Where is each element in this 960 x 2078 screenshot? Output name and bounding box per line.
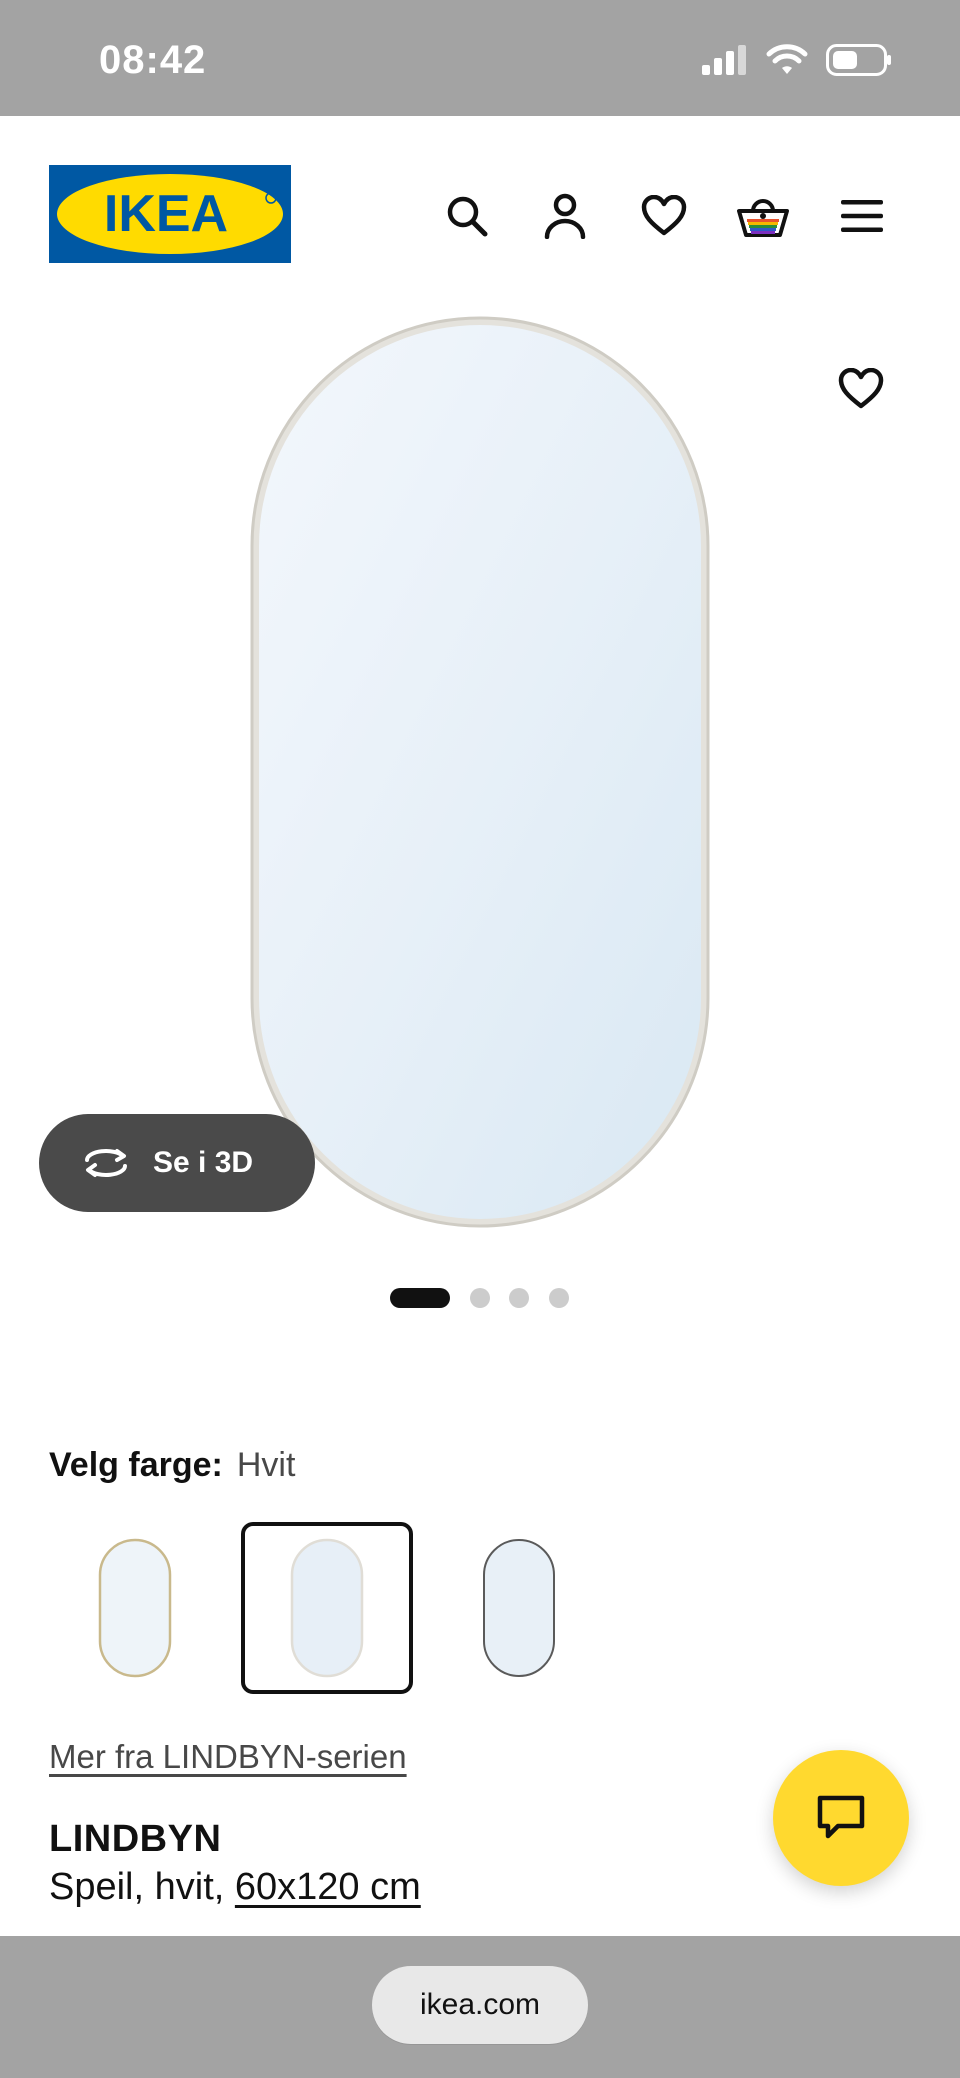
status-icons <box>702 44 892 76</box>
carousel-dot-2[interactable] <box>470 1288 490 1308</box>
color-swatch-black[interactable] <box>433 1522 605 1694</box>
menu-icon[interactable] <box>834 188 890 244</box>
see-in-3d-label: Se i 3D <box>153 1146 254 1179</box>
basket-icon[interactable] <box>735 188 791 244</box>
heart-icon[interactable] <box>636 188 692 244</box>
favorite-heart-icon[interactable] <box>832 360 890 418</box>
product-size-link[interactable]: 60x120 cm <box>235 1866 421 1908</box>
see-in-3d-button[interactable]: Se i 3D <box>39 1114 315 1212</box>
color-label-key: Velg farge: <box>49 1446 223 1484</box>
product-image-carousel[interactable]: Se i 3D <box>0 296 960 1256</box>
logo-text: IKEA <box>104 185 228 243</box>
ikea-logo[interactable]: IKEA <box>49 165 291 263</box>
product-description: Speil, hvit, 60x120 cm <box>49 1866 421 1909</box>
rotate-3d-icon <box>85 1149 127 1177</box>
account-icon[interactable] <box>537 188 593 244</box>
search-icon[interactable] <box>439 188 495 244</box>
color-picker-label: Velg farge: Hvit <box>49 1446 295 1485</box>
carousel-dot-1[interactable] <box>390 1288 450 1308</box>
browser-url-bar[interactable]: ikea.com <box>372 1966 588 2044</box>
browser-bottom-bar: ikea.com <box>0 1936 960 2078</box>
series-link[interactable]: Mer fra LINDBYN-serien <box>49 1738 407 1776</box>
chat-icon <box>817 1795 865 1839</box>
product-description-text: Speil, hvit, <box>49 1866 235 1908</box>
site-header: IKEA <box>0 116 960 296</box>
wifi-icon <box>766 44 808 74</box>
signal-icon <box>702 45 746 75</box>
chat-button[interactable] <box>773 1750 909 1886</box>
status-time: 08:42 <box>99 38 207 82</box>
color-label-value: Hvit <box>236 1446 296 1484</box>
mirror-image <box>248 314 712 1230</box>
battery-icon <box>826 44 891 76</box>
color-swatch-white[interactable] <box>241 1522 413 1694</box>
carousel-dot-3[interactable] <box>509 1288 529 1308</box>
carousel-indicator <box>0 1286 960 1310</box>
carousel-dot-4[interactable] <box>549 1288 569 1308</box>
status-bar: 08:42 <box>0 0 960 116</box>
color-swatch-gold[interactable] <box>49 1522 221 1694</box>
product-name: LINDBYN <box>49 1818 222 1860</box>
